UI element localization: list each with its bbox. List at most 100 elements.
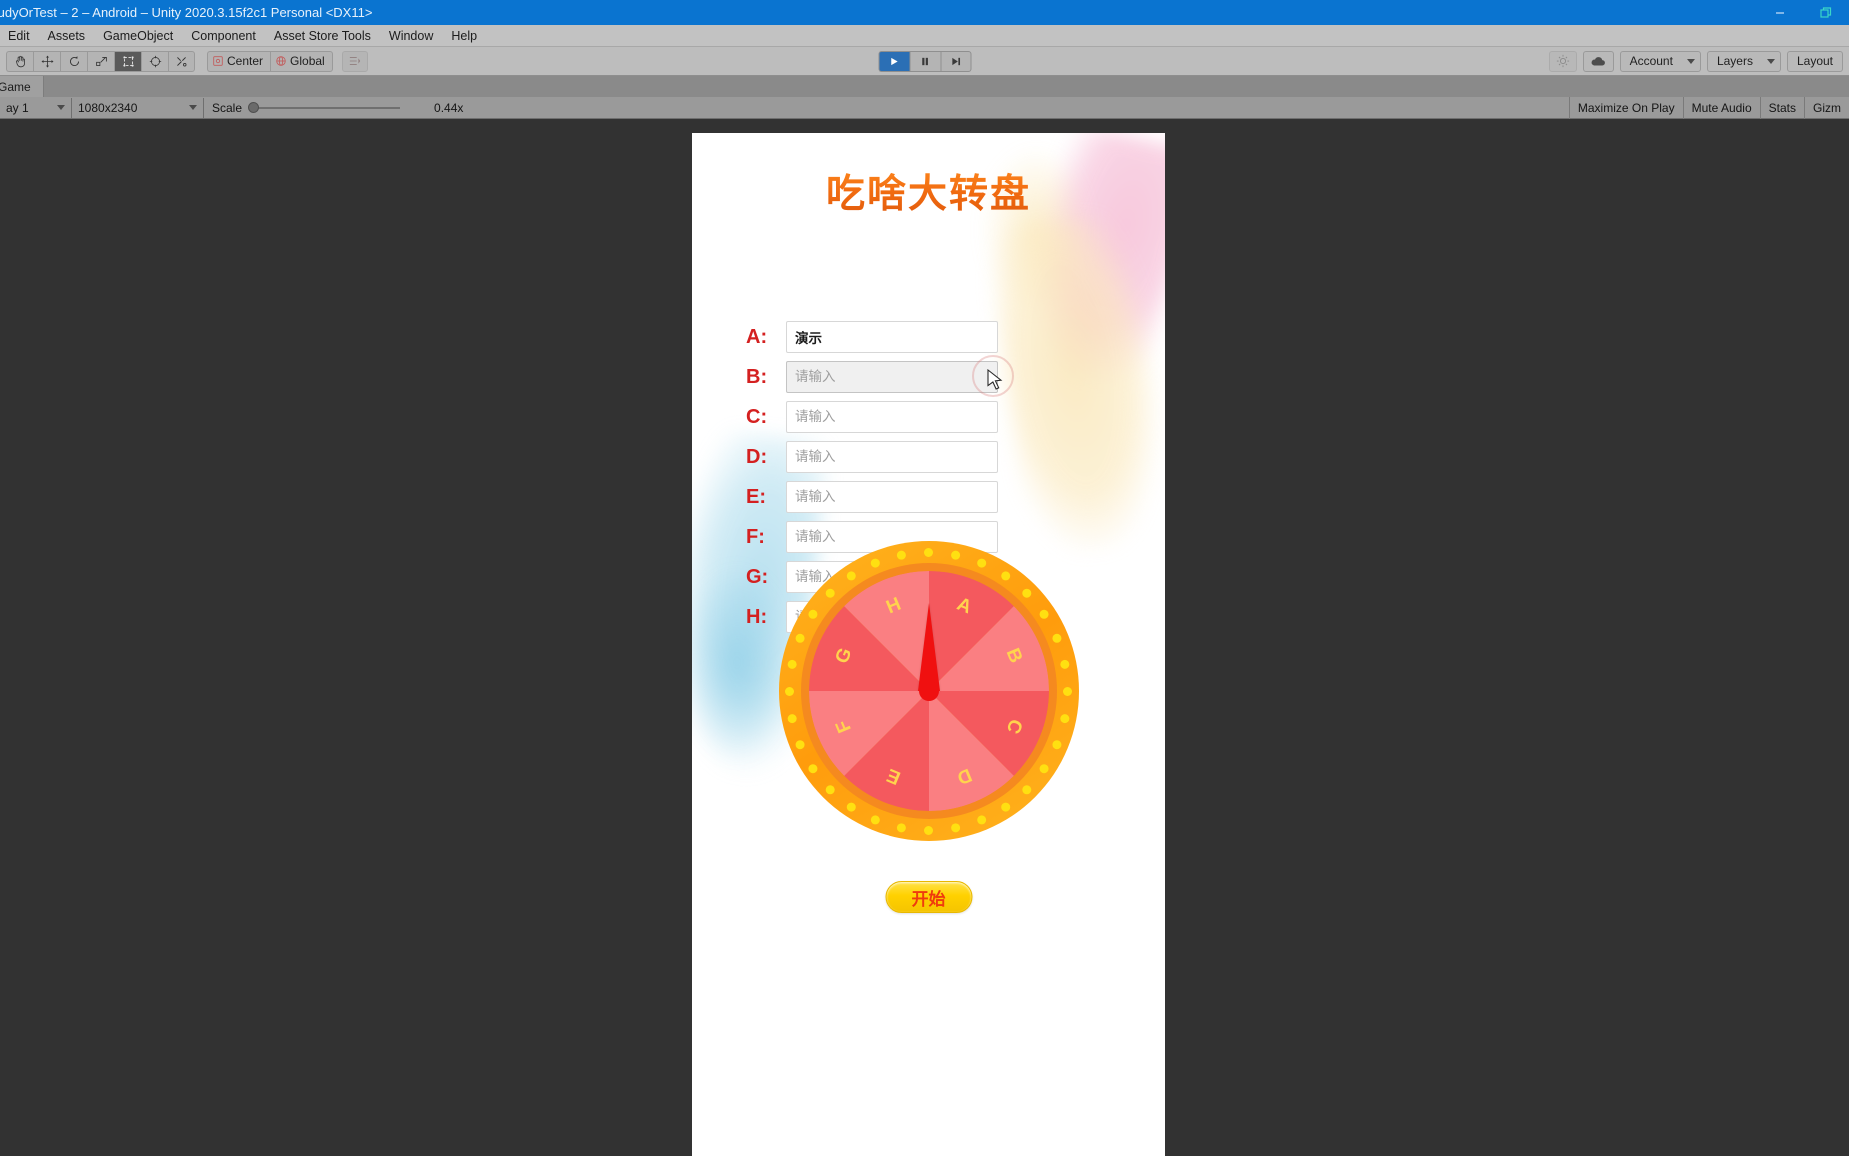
toolbar-right-group: Account Layers Layout	[1548, 50, 1843, 72]
wheel-pointer-hub	[918, 681, 939, 701]
custom-tool-icon[interactable]	[168, 50, 195, 72]
wheel-bulb	[1001, 570, 1011, 580]
game-viewport[interactable]: 吃啥大转盘 A:B:C:D:E:F:G:H: ABCDEFGH 开始	[0, 119, 1849, 1156]
wheel-bulb	[787, 659, 797, 669]
window-titlebar: tudyOrTest – 2 – Android – Unity 2020.3.…	[0, 0, 1849, 25]
maximize-on-play-button[interactable]: Maximize On Play	[1568, 96, 1683, 119]
stats-button[interactable]: Stats	[1759, 96, 1804, 119]
wheel-bulb	[846, 570, 856, 580]
playback-controls	[878, 50, 971, 72]
layers-label: Layers	[1716, 54, 1753, 68]
transform-tool-group	[6, 50, 195, 72]
minimize-icon[interactable]	[1757, 0, 1803, 25]
wheel-bulb	[924, 825, 933, 835]
wheel-bulb	[896, 822, 906, 832]
wheel-bulb	[1060, 659, 1070, 669]
transform-tool-icon[interactable]	[141, 50, 168, 72]
wheel-bulb	[870, 558, 880, 568]
input-c[interactable]	[786, 401, 998, 433]
row-label: A:	[746, 325, 768, 348]
panel-tabstrip: Game	[0, 76, 1849, 97]
wheel-bulb	[795, 633, 805, 643]
menu-item-asset-store-tools[interactable]: Asset Store Tools	[265, 27, 380, 45]
row-label: D:	[746, 445, 768, 468]
game-view-toolbar: ay 1 1080x2340 Scale 0.44x Maximize On P…	[0, 96, 1849, 119]
rect-tool-icon[interactable]	[114, 50, 141, 72]
page-title: 吃啥大转盘	[692, 163, 1165, 219]
form-row-b: B:	[692, 357, 1165, 397]
wheel-bulb	[924, 547, 933, 557]
input-d[interactable]	[786, 441, 998, 473]
start-button[interactable]: 开始	[885, 881, 972, 913]
row-label: E:	[746, 485, 766, 508]
layout-dropdown[interactable]: Layout	[1786, 50, 1843, 72]
wheel-bulb	[808, 609, 818, 619]
game-toolbar-right: Maximize On Play Mute Audio Stats Gizm	[1568, 96, 1849, 119]
wheel-bulb	[1022, 784, 1032, 794]
rotate-tool-icon[interactable]	[60, 50, 87, 72]
wheel-bulb	[1052, 633, 1062, 643]
mute-audio-button[interactable]: Mute Audio	[1682, 96, 1760, 119]
scale-tool-icon[interactable]	[87, 50, 114, 72]
menu-item-gameobject[interactable]: GameObject	[94, 27, 182, 45]
input-e[interactable]	[786, 481, 998, 513]
hand-tool-icon[interactable]	[6, 50, 33, 72]
chevron-down-icon	[57, 105, 65, 110]
gizmos-button[interactable]: Gizm	[1804, 96, 1849, 119]
wheel-pointer-needle	[917, 603, 940, 691]
move-tool-icon[interactable]	[33, 50, 60, 72]
row-label: C:	[746, 405, 768, 428]
menu-item-component[interactable]: Component	[182, 27, 265, 45]
window-title: tudyOrTest – 2 – Android – Unity 2020.3.…	[0, 5, 373, 20]
scale-slider-knob[interactable]	[248, 101, 260, 113]
main-toolbar: Center Global Account Layers Layout	[0, 47, 1849, 76]
grid-snap-icon[interactable]	[341, 50, 368, 72]
cloud-icon[interactable]	[1582, 50, 1614, 72]
restore-icon[interactable]	[1803, 0, 1849, 25]
pivot-mode-button[interactable]: Center	[207, 50, 271, 72]
form-row-d: D:	[692, 437, 1165, 477]
menu-item-edit[interactable]: Edit	[0, 27, 39, 45]
input-a[interactable]	[786, 321, 998, 353]
wheel-bulb	[1060, 713, 1070, 723]
input-b[interactable]	[786, 361, 998, 393]
wheel-bulb	[977, 558, 987, 568]
scale-label: Scale	[212, 100, 243, 115]
pivot-group: Center Global	[207, 50, 333, 72]
chevron-down-icon	[1766, 58, 1775, 64]
pivot-mode-label: Center	[227, 54, 264, 68]
resolution-label: 1080x2340	[78, 100, 138, 115]
display-dropdown[interactable]: ay 1	[0, 97, 72, 118]
pause-button[interactable]	[909, 50, 940, 72]
form-row-c: C:	[692, 397, 1165, 437]
wheel-bulb	[1039, 609, 1049, 619]
account-label: Account	[1629, 54, 1673, 68]
tab-game[interactable]: Game	[0, 76, 44, 97]
layers-dropdown[interactable]: Layers	[1706, 50, 1781, 72]
scale-value: 0.44x	[434, 100, 464, 115]
account-dropdown[interactable]: Account	[1619, 50, 1701, 72]
wheel-bulb	[870, 814, 880, 824]
collab-icon[interactable]	[1548, 50, 1577, 72]
wheel-bulb	[1022, 588, 1032, 598]
step-button[interactable]	[940, 50, 971, 72]
wheel-bulb	[785, 686, 794, 696]
chevron-down-icon	[189, 105, 197, 110]
spinning-wheel[interactable]: ABCDEFGH	[778, 541, 1079, 841]
wheel-bulb	[1001, 802, 1011, 812]
layout-label: Layout	[1796, 54, 1833, 68]
resolution-dropdown[interactable]: 1080x2340	[72, 97, 204, 118]
menubar: Edit Assets GameObject Component Asset S…	[0, 25, 1849, 47]
menu-item-assets[interactable]: Assets	[39, 27, 95, 45]
menu-item-help[interactable]: Help	[442, 27, 486, 45]
wheel-bulb	[808, 763, 818, 773]
row-label: B:	[746, 365, 768, 388]
menu-item-window[interactable]: Window	[380, 27, 442, 45]
wheel-bulb	[951, 550, 961, 560]
form-row-e: E:	[692, 477, 1165, 517]
scale-slider[interactable]	[248, 101, 401, 113]
wheel-bulb	[896, 550, 906, 560]
handle-space-button[interactable]: Global	[270, 50, 333, 72]
play-button[interactable]	[878, 50, 909, 72]
wheel-bulb	[795, 739, 805, 749]
